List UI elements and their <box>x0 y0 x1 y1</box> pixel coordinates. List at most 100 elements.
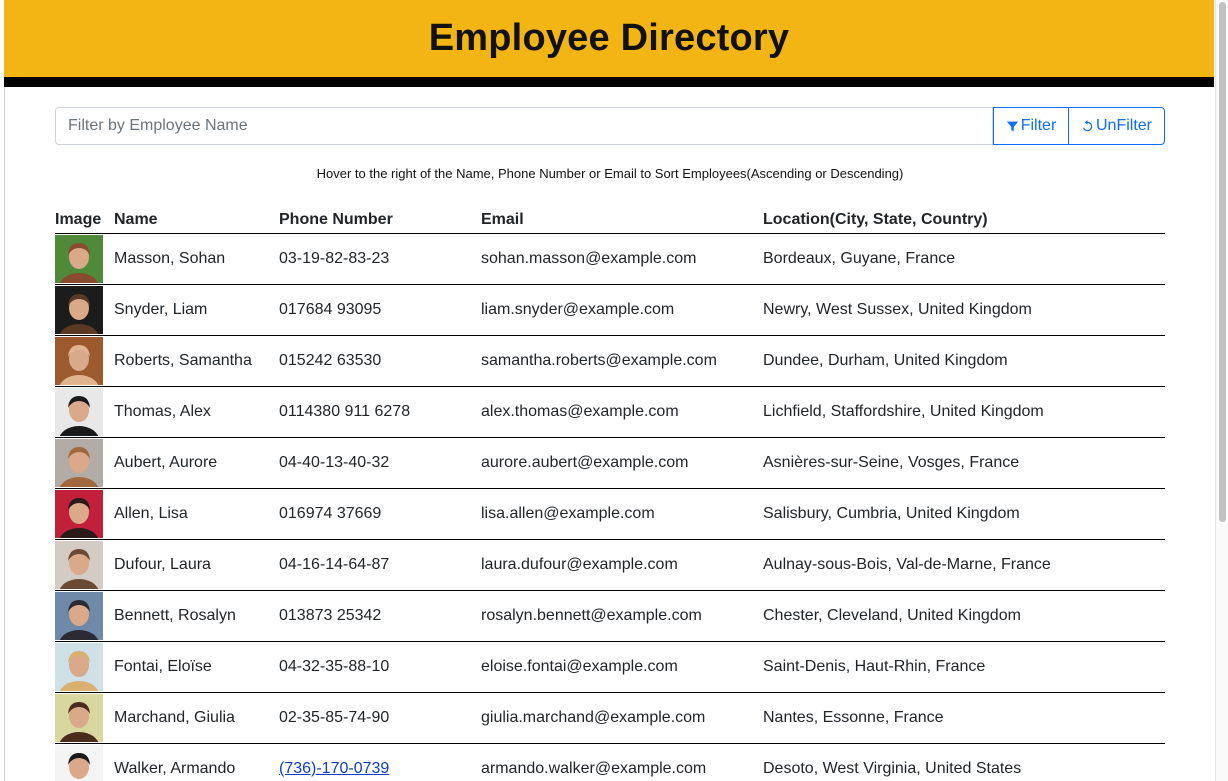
rotate-ccw-icon <box>1082 119 1093 131</box>
cell-location: Asnières-sur-Seine, Vosges, France <box>763 437 1165 489</box>
table-row: Thomas, Alex 0114380 911 6278 alex.thomas@… <box>55 386 1165 438</box>
cell-location: Salisbury, Cumbria, United Kingdom <box>763 488 1165 540</box>
unfilter-button[interactable]: UnFilter <box>1068 107 1165 145</box>
column-header-phone[interactable]: Phone Number <box>279 204 481 234</box>
cell-email: armando.walker@example.com <box>481 743 763 781</box>
window-left-edge <box>0 0 5 781</box>
cell-location: Lichfield, Staffordshire, United Kingdom <box>763 386 1165 438</box>
cell-name: Snyder, Liam <box>114 284 279 336</box>
cell-name: Bennett, Rosalyn <box>114 590 279 642</box>
employee-table-body: Masson, Sohan 03-19-82-83-23 sohan.masson@… <box>55 233 1165 781</box>
cell-location: Saint-Denis, Haut-Rhin, France <box>763 641 1165 693</box>
avatar <box>55 337 103 385</box>
funnel-icon <box>1006 121 1018 131</box>
cell-email: lisa.allen@example.com <box>481 488 763 540</box>
avatar <box>55 286 103 334</box>
cell-location: Bordeaux, Guyane, France <box>763 233 1165 285</box>
cell-image <box>55 692 114 744</box>
avatar <box>55 745 103 781</box>
cell-phone: (736)-170-0739 <box>279 743 481 781</box>
phone-link[interactable]: (736)-170-0739 <box>279 760 389 777</box>
avatar <box>55 541 103 589</box>
cell-location: Dundee, Durham, United Kingdom <box>763 335 1165 387</box>
avatar <box>55 439 103 487</box>
table-row: Dufour, Laura 04-16-14-64-87 laura.dufour@… <box>55 539 1165 591</box>
column-header-name[interactable]: Name <box>114 204 279 234</box>
page-title: Employee Directory <box>428 17 790 59</box>
cell-name: Fontai, Eloïse <box>114 641 279 693</box>
cell-email: rosalyn.bennett@example.com <box>481 590 763 642</box>
cell-name: Marchand, Giulia <box>114 692 279 744</box>
header-divider <box>4 77 1214 87</box>
avatar <box>55 388 103 436</box>
sort-hint: Hover to the right of the Name, Phone Nu… <box>316 166 904 181</box>
scrollbar-thumb[interactable] <box>1219 2 1226 522</box>
cell-image <box>55 488 114 540</box>
cell-name: Thomas, Alex <box>114 386 279 438</box>
cell-name: Masson, Sohan <box>114 233 279 285</box>
cell-phone: 016974 37669 <box>279 488 481 540</box>
cell-image <box>55 284 114 336</box>
cell-name: Roberts, Samantha <box>114 335 279 387</box>
cell-email: eloise.fontai@example.com <box>481 641 763 693</box>
cell-image <box>55 641 114 693</box>
cell-image <box>55 743 114 781</box>
table-row: Masson, Sohan 03-19-82-83-23 sohan.masson@… <box>55 233 1165 285</box>
cell-image <box>55 539 114 591</box>
cell-email: laura.dufour@example.com <box>481 539 763 591</box>
employee-name-filter-input[interactable] <box>55 107 993 145</box>
cell-location: Desoto, West Virginia, United States <box>763 743 1165 781</box>
cell-phone: 017684 93095 <box>279 284 481 336</box>
vertical-scrollbar[interactable] <box>1215 0 1228 781</box>
cell-email: giulia.marchand@example.com <box>481 692 763 744</box>
cell-email: aurore.aubert@example.com <box>481 437 763 489</box>
cell-phone: 0114380 911 6278 <box>279 386 481 438</box>
table-row: Fontai, Eloïse 04-32-35-88-10 eloise.fonta… <box>55 641 1165 693</box>
cell-phone: 015242 63530 <box>279 335 481 387</box>
cell-phone: 04-40-13-40-32 <box>279 437 481 489</box>
avatar <box>55 643 103 691</box>
avatar <box>55 490 103 538</box>
cell-phone: 04-32-35-88-10 <box>279 641 481 693</box>
table-row: Snyder, Liam 017684 93095 liam.snyder@exam… <box>55 284 1165 336</box>
table-row: Walker, Armando (736)-170-0739 armando.wal… <box>55 743 1165 781</box>
cell-image <box>55 233 114 285</box>
avatar <box>55 694 103 742</box>
cell-email: liam.snyder@example.com <box>481 284 763 336</box>
avatar <box>55 235 103 283</box>
cell-name: Allen, Lisa <box>114 488 279 540</box>
cell-location: Nantes, Essonne, France <box>763 692 1165 744</box>
cell-location: Aulnay-sous-Bois, Val-de-Marne, France <box>763 539 1165 591</box>
cell-phone: 04-16-14-64-87 <box>279 539 481 591</box>
table-row: Aubert, Aurore 04-40-13-40-32 aurore.auber… <box>55 437 1165 489</box>
cell-phone: 02-35-85-74-90 <box>279 692 481 744</box>
column-header-image: Image <box>55 204 114 234</box>
search-bar: Filter UnFilter <box>55 107 1165 145</box>
cell-email: sohan.masson@example.com <box>481 233 763 285</box>
cell-image <box>55 437 114 489</box>
cell-phone: 013873 25342 <box>279 590 481 642</box>
cell-location: Newry, West Sussex, United Kingdom <box>763 284 1165 336</box>
employee-table: Image Name Phone Number Email Location(C… <box>55 204 1165 781</box>
cell-image <box>55 335 114 387</box>
table-row: Marchand, Giulia 02-35-85-74-90 giulia.mar… <box>55 692 1165 744</box>
filter-button-label: Filter <box>1020 117 1057 134</box>
avatar <box>55 592 103 640</box>
cell-location: Chester, Cleveland, United Kingdom <box>763 590 1165 642</box>
filter-button[interactable]: Filter <box>993 107 1069 145</box>
cell-email: alex.thomas@example.com <box>481 386 763 438</box>
cell-image <box>55 590 114 642</box>
table-header-row: Image Name Phone Number Email Location(C… <box>55 204 1165 234</box>
cell-name: Walker, Armando <box>114 743 279 781</box>
cell-image <box>55 386 114 438</box>
cell-name: Dufour, Laura <box>114 539 279 591</box>
column-header-location: Location(City, State, Country) <box>763 204 1165 234</box>
page-header: Employee Directory <box>4 0 1214 77</box>
page: Employee Directory Filter UnFilter Hover… <box>0 0 1228 781</box>
unfilter-button-label: UnFilter <box>1095 117 1152 134</box>
column-header-email[interactable]: Email <box>481 204 763 234</box>
table-row: Allen, Lisa 016974 37669 lisa.allen@exampl… <box>55 488 1165 540</box>
cell-email: samantha.roberts@example.com <box>481 335 763 387</box>
cell-phone: 03-19-82-83-23 <box>279 233 481 285</box>
cell-name: Aubert, Aurore <box>114 437 279 489</box>
